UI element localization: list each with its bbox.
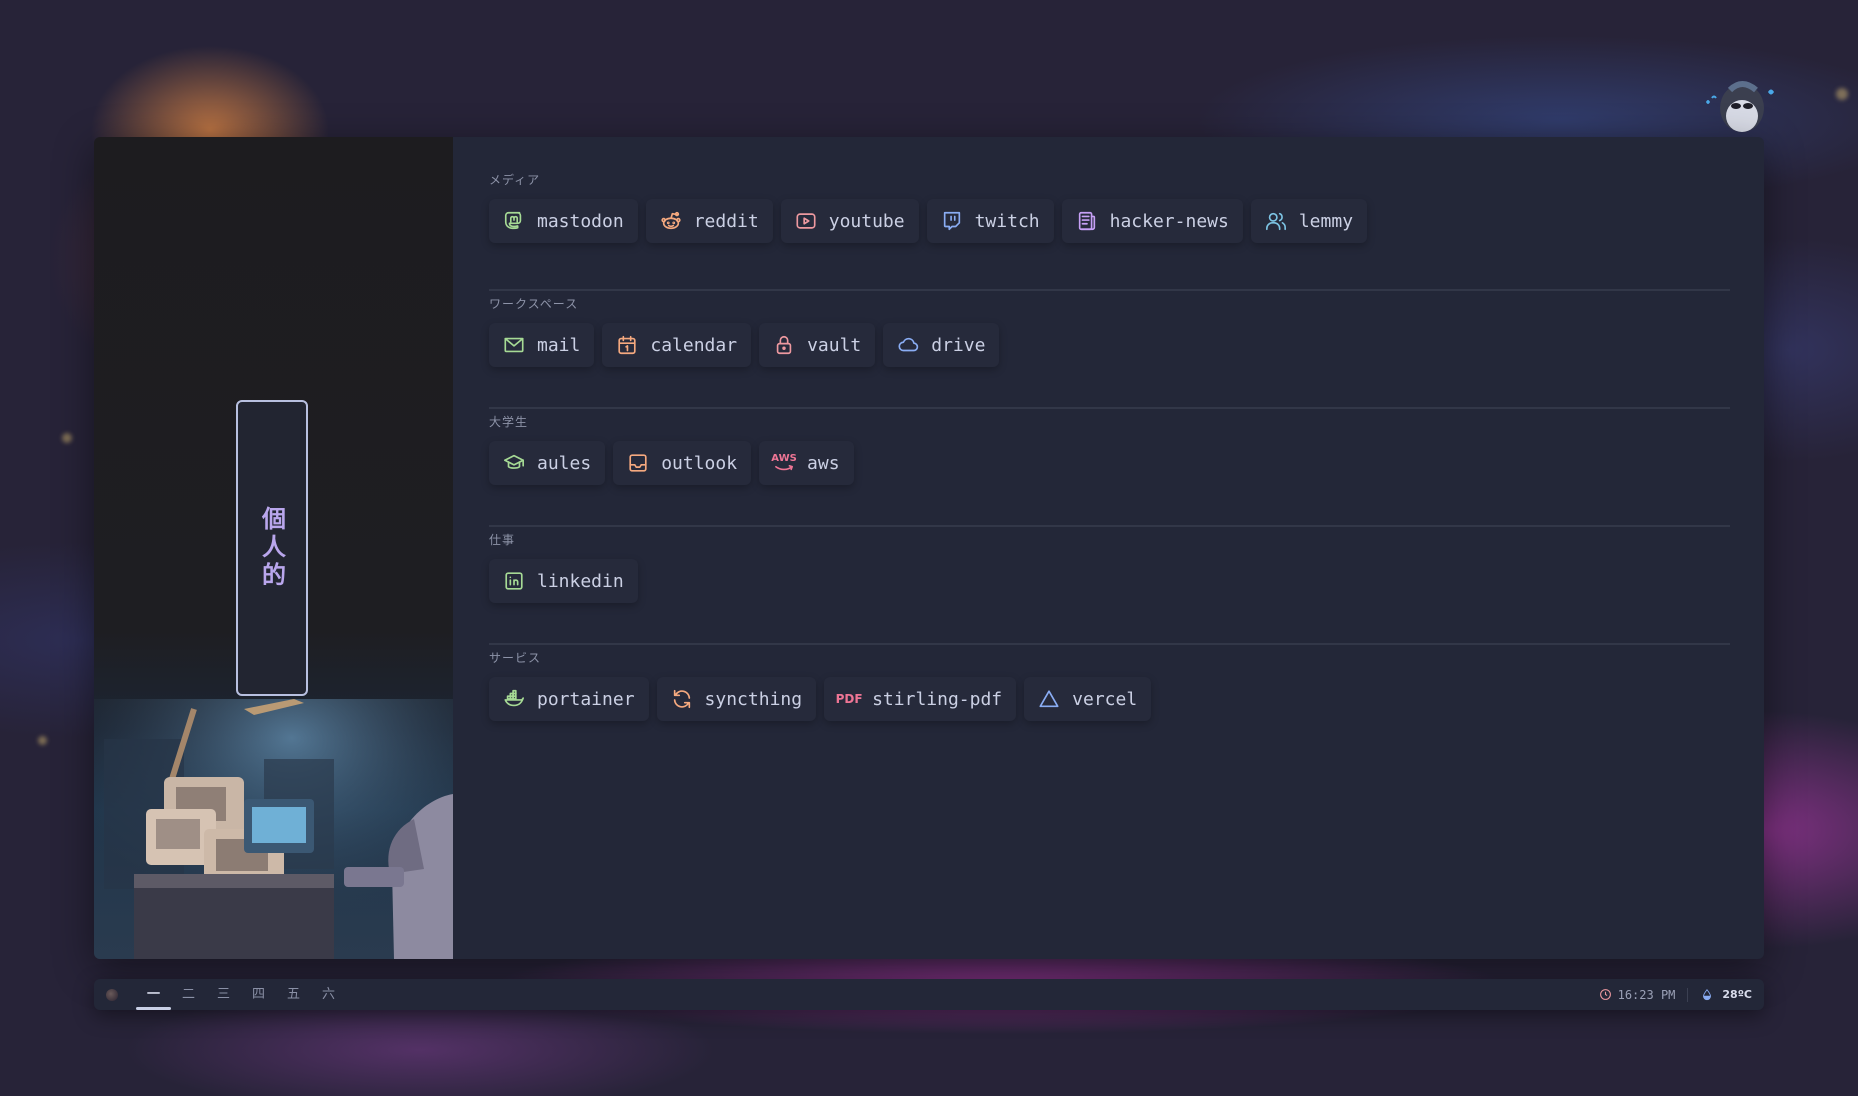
link-drive[interactable]: drive: [883, 323, 1000, 367]
link-vercel[interactable]: vercel: [1024, 677, 1152, 721]
bookmarks-panel: メディア mastodon reddit youtube twitch hack…: [453, 137, 1764, 959]
link-label: aules: [537, 452, 592, 474]
clock-text: 16:23 PM: [1617, 987, 1676, 1002]
sidebar-panel: 個人的: [94, 137, 453, 959]
section-media: メディア mastodon reddit youtube twitch hack…: [489, 173, 1730, 291]
link-outlook[interactable]: outlook: [613, 441, 752, 485]
section-title: 大学生: [489, 415, 529, 429]
taskbar-status: 16:23 PM 28ºC: [1599, 987, 1752, 1002]
section-services: サービス portainer syncthing PDF stirling-pd…: [489, 645, 1730, 763]
pdf-icon: PDF: [835, 688, 863, 710]
news-icon: [1076, 210, 1098, 232]
link-lemmy[interactable]: lemmy: [1250, 199, 1368, 243]
link-label: stirling-pdf: [872, 688, 1003, 710]
calendar-icon: [616, 334, 638, 356]
reddit-icon: [660, 210, 682, 232]
weather-drop-icon: [1700, 988, 1714, 1002]
link-label: aws: [807, 452, 840, 474]
clock-icon: [1599, 988, 1612, 1001]
mascot-image: [1706, 81, 1774, 132]
workspace-3[interactable]: 三: [206, 979, 241, 1010]
sidebar-illustration: [94, 699, 453, 959]
cloud-icon: [897, 334, 919, 356]
link-label: twitch: [974, 210, 1040, 232]
link-label: portainer: [537, 688, 635, 710]
link-label: hacker-news: [1109, 210, 1229, 232]
link-youtube[interactable]: youtube: [780, 199, 919, 243]
sync-icon: [671, 688, 693, 710]
vertical-title-box: 個人的: [236, 400, 308, 696]
link-label: mastodon: [537, 210, 624, 232]
link-label: syncthing: [704, 688, 803, 710]
linkedin-icon: [503, 570, 525, 592]
link-stirling-pdf[interactable]: PDF stirling-pdf: [824, 677, 1017, 721]
link-label: linkedin: [537, 570, 624, 592]
section-title: 仕事: [489, 533, 516, 547]
link-label: reddit: [693, 210, 759, 232]
link-reddit[interactable]: reddit: [645, 199, 773, 243]
section-university: 大学生 aules outlook AWS aws: [489, 409, 1730, 527]
link-label: outlook: [661, 452, 738, 474]
workspace-4[interactable]: 四: [241, 979, 276, 1010]
inbox-icon: [627, 452, 649, 474]
startpage-window: 個人的 メディア mastodon reddit youtube twitch …: [94, 137, 1764, 959]
workspace-2[interactable]: 二: [171, 979, 206, 1010]
aws-icon-text: AWS: [771, 452, 797, 464]
users-icon: [1265, 210, 1287, 232]
vertical-title: 個人的: [257, 506, 286, 590]
section-workspace: ワークスペース mail calendar vault drive: [489, 291, 1730, 409]
link-label: calendar: [650, 334, 738, 356]
link-label: vault: [807, 334, 862, 356]
section-title: サービス: [489, 651, 542, 665]
link-label: drive: [931, 334, 986, 356]
link-label: vercel: [1072, 688, 1138, 710]
divider: [1687, 987, 1689, 1002]
youtube-icon: [795, 210, 817, 232]
link-hacker-news[interactable]: hacker-news: [1061, 199, 1243, 243]
workspace-5[interactable]: 五: [276, 979, 311, 1010]
mail-icon: [503, 334, 525, 356]
docker-icon: [503, 688, 525, 710]
workspace-switcher: 一 二 三 四 五 六: [136, 979, 346, 1010]
link-portainer[interactable]: portainer: [489, 677, 649, 721]
link-mastodon[interactable]: mastodon: [489, 199, 638, 243]
workspace-1[interactable]: 一: [136, 979, 171, 1010]
twitch-icon: [941, 210, 963, 232]
link-calendar[interactable]: calendar: [602, 323, 752, 367]
mastodon-icon: [503, 210, 525, 232]
section-title: ワークスペース: [489, 297, 579, 311]
link-aules[interactable]: aules: [489, 441, 606, 485]
link-vault[interactable]: vault: [759, 323, 876, 367]
lock-icon: [773, 334, 795, 356]
link-syncthing[interactable]: syncthing: [656, 677, 817, 721]
link-linkedin[interactable]: linkedin: [489, 559, 638, 603]
temperature-text: 28ºC: [1722, 988, 1752, 1001]
link-label: mail: [537, 334, 581, 356]
link-twitch[interactable]: twitch: [926, 199, 1054, 243]
link-mail[interactable]: mail: [489, 323, 595, 367]
triangle-icon: [1038, 688, 1060, 710]
link-label: youtube: [828, 210, 905, 232]
link-label: lemmy: [1298, 210, 1354, 232]
workspace-6[interactable]: 六: [311, 979, 346, 1010]
graduation-cap-icon: [503, 452, 525, 474]
taskbar: 一 二 三 四 五 六 16:23 PM 28ºC: [94, 979, 1764, 1010]
pdf-icon-text: PDF: [835, 692, 863, 706]
section-work: 仕事 linkedin: [489, 527, 1730, 645]
aws-icon: AWS: [771, 452, 797, 474]
link-aws[interactable]: AWS aws: [759, 441, 854, 485]
section-title: メディア: [489, 173, 541, 187]
system-logo-icon[interactable]: [106, 988, 118, 1001]
